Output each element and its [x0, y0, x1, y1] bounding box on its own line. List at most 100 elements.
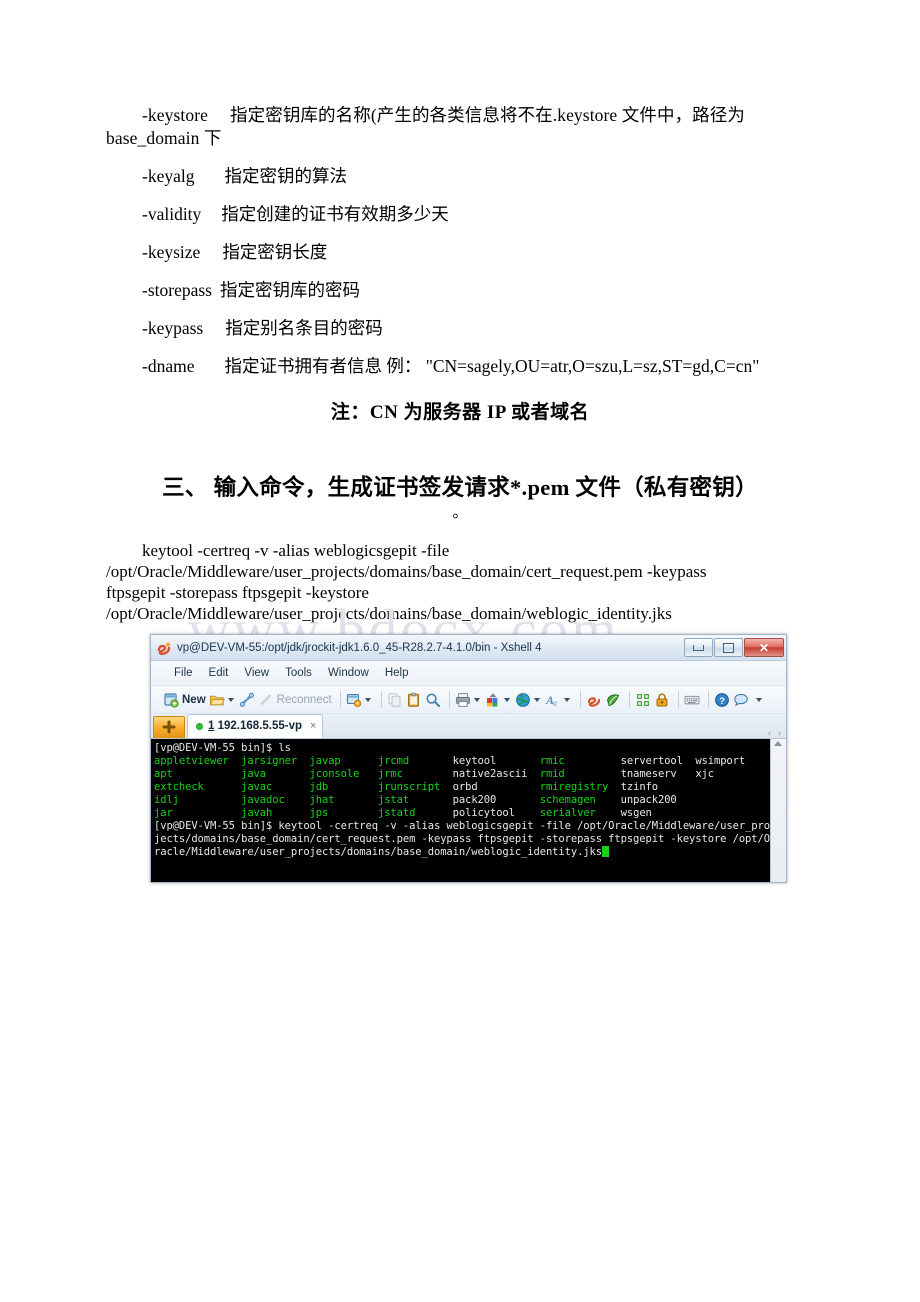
svg-text:?: ?	[719, 696, 725, 707]
command-line-2: /opt/Oracle/Middleware/user_projects/dom…	[106, 562, 707, 581]
find-icon	[425, 692, 441, 708]
compose-bar-button[interactable]	[635, 692, 651, 708]
color-scheme-dropdown-arrow[interactable]	[503, 697, 510, 702]
chat-button[interactable]	[733, 692, 749, 708]
new-session-icon	[163, 692, 179, 708]
scrollbar-up-arrow-icon[interactable]	[774, 741, 782, 746]
font-icon: A a	[545, 692, 561, 708]
print-dropdown-arrow[interactable]	[473, 697, 480, 702]
close-button[interactable]: ✕	[744, 638, 784, 657]
tab-nav-next-icon[interactable]: ›	[778, 728, 781, 738]
toolbar-separator-6	[677, 691, 679, 708]
menu-item-edit[interactable]: Edit	[202, 666, 236, 680]
color-scheme-button[interactable]	[485, 692, 512, 708]
connect-button[interactable]	[239, 692, 255, 708]
terminal-area: [vp@DEV-VM-55 bin]$ ls appletviewer jars…	[151, 739, 786, 882]
compose-bar-icon	[635, 692, 651, 708]
option-keystore-name: -keystore	[142, 105, 209, 125]
xftp-button[interactable]	[605, 692, 621, 708]
tab-nav-prev-icon[interactable]: ‹	[768, 728, 771, 738]
tab-session-name: 192.168.5.55-vp	[217, 720, 303, 732]
option-validity: -validity 指定创建的证书有效期多少天	[106, 203, 814, 226]
toolbar-separator-3	[448, 691, 450, 708]
maximize-button[interactable]	[714, 638, 743, 657]
option-keyalg-name: -keyalg	[142, 166, 195, 186]
find-button[interactable]	[425, 692, 441, 708]
terminal-output[interactable]: [vp@DEV-VM-55 bin]$ ls appletviewer jars…	[151, 739, 770, 882]
toolbar-separator-5	[628, 691, 630, 708]
keyboard-button[interactable]	[684, 692, 700, 708]
option-storepass-desc: 指定密钥库的密码	[219, 280, 360, 300]
maximize-icon	[715, 639, 742, 656]
terminal-scrollbar[interactable]	[770, 739, 786, 882]
paste-button[interactable]	[406, 692, 422, 708]
open-session-dropdown-arrow[interactable]	[227, 697, 234, 702]
menu-item-view[interactable]: View	[237, 666, 276, 680]
window-title-bar[interactable]: vp@DEV-VM-55:/opt/jdk/jrockit-jdk1.6.0_4…	[151, 635, 786, 661]
globe-icon	[515, 692, 531, 708]
command-text-block: keytool -certreq -v -alias weblogicsgepi…	[106, 540, 814, 624]
window-title-text: vp@DEV-VM-55:/opt/jdk/jrockit-jdk1.6.0_4…	[177, 641, 542, 654]
xshell-button[interactable]	[586, 692, 602, 708]
option-keystore: -keystore 指定密钥库的名称(产生的各类信息将不在.keystore 文件…	[106, 104, 814, 150]
session-manager-icon	[346, 692, 362, 708]
option-keypass-name: -keypass	[142, 318, 204, 338]
option-dname-desc: 指定证书拥有者信息 例： "CN=sagely,OU=atr,O=szu,L=s…	[224, 356, 760, 376]
svg-text:a: a	[553, 698, 557, 707]
toolbar-overflow-arrow[interactable]	[755, 697, 762, 702]
help-icon: ?	[714, 692, 730, 708]
option-keypass-desc: 指定别名条目的密码	[225, 318, 383, 338]
copy-button[interactable]	[387, 692, 403, 708]
command-line-1: keytool -certreq -v -alias weblogicsgepi…	[142, 541, 450, 560]
help-button[interactable]: ?	[714, 692, 730, 708]
tab-bar: 1 192.168.5.55-vp × ‹ ›	[151, 714, 786, 739]
session-manager-dropdown-arrow[interactable]	[364, 697, 371, 702]
option-keystore-cont: base_domain 下	[106, 128, 222, 148]
section-heading: 三、 输入命令，生成证书签发请求*.pem 文件（私有密钥）	[162, 475, 758, 500]
minimize-button[interactable]	[684, 638, 713, 657]
reconnect-button-label: Reconnect	[276, 693, 332, 706]
close-icon: ✕	[758, 640, 770, 655]
reconnect-button[interactable]: Reconnect	[258, 692, 332, 708]
new-session-button[interactable]: New	[163, 692, 206, 708]
connect-icon	[239, 692, 255, 708]
xshell-app-icon	[156, 640, 172, 656]
menu-item-file[interactable]: File	[167, 666, 200, 680]
font-button[interactable]: A a	[545, 692, 572, 708]
option-keyalg: -keyalg 指定密钥的算法	[106, 165, 814, 188]
session-manager-button[interactable]	[346, 692, 373, 708]
xshell-icon	[586, 692, 602, 708]
tab-label: 1 192.168.5.55-vp	[208, 720, 302, 732]
color-scheme-icon	[485, 692, 501, 708]
print-button[interactable]	[455, 692, 482, 708]
xftp-icon	[605, 692, 621, 708]
option-keypass: -keypass 指定别名条目的密码	[106, 317, 814, 340]
menu-item-window[interactable]: Window	[321, 666, 376, 680]
command-line-3: ftpsgepit -storepass ftpsgepit -keystore	[106, 583, 369, 602]
option-storepass-name: -storepass	[142, 280, 212, 300]
print-icon	[455, 692, 471, 708]
option-keysize-name: -keysize	[142, 242, 201, 262]
tab-session-1[interactable]: 1 192.168.5.55-vp ×	[187, 714, 324, 738]
option-keystore-desc: 指定密钥库的名称(产生的各类信息将不在.keystore 文件中，路径为	[230, 105, 745, 125]
open-session-button[interactable]	[209, 692, 236, 708]
reconnect-icon	[258, 692, 274, 708]
menu-item-help[interactable]: Help	[378, 666, 416, 680]
open-folder-icon	[209, 692, 225, 708]
document-body: -keystore 指定密钥库的名称(产生的各类信息将不在.keystore 文件…	[106, 104, 814, 624]
option-validity-name: -validity	[142, 204, 202, 224]
section-heading-tail: 。	[452, 505, 468, 521]
font-dropdown-arrow[interactable]	[563, 697, 570, 702]
encoding-button[interactable]	[515, 692, 542, 708]
new-tab-button[interactable]	[153, 716, 185, 738]
tab-close-icon[interactable]: ×	[310, 720, 316, 732]
new-button-label: New	[182, 693, 206, 706]
menu-item-tools[interactable]: Tools	[278, 666, 319, 680]
encoding-dropdown-arrow[interactable]	[533, 697, 540, 702]
command-line-4: /opt/Oracle/Middleware/user_projects/dom…	[106, 604, 672, 623]
lock-icon	[654, 692, 670, 708]
lock-button[interactable]	[654, 692, 670, 708]
toolbar-separator-2	[380, 691, 382, 708]
toolbar-separator-7	[707, 691, 709, 708]
xshell-window: vp@DEV-VM-55:/opt/jdk/jrockit-jdk1.6.0_4…	[150, 634, 787, 883]
